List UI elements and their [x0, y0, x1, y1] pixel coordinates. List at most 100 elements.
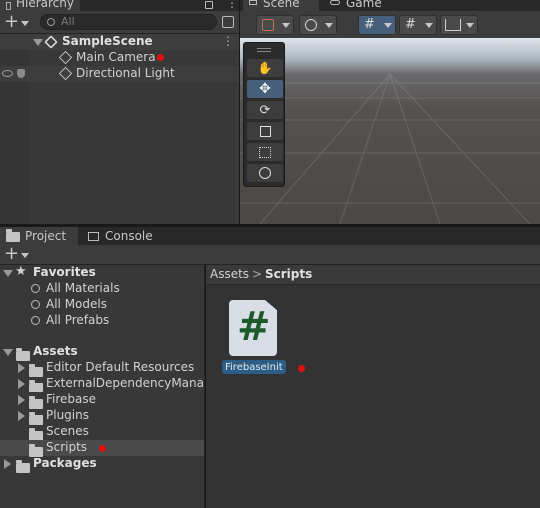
transform-tool-button[interactable] — [247, 164, 283, 182]
grid-toggle-button[interactable]: # — [358, 15, 396, 35]
hierarchy-item-main-camera[interactable]: Main Camera — [0, 50, 239, 66]
snap-settings-button[interactable]: # — [399, 15, 437, 35]
search-icon — [31, 284, 40, 293]
create-dropdown-icon[interactable] — [21, 253, 29, 258]
packages-label: Packages — [33, 456, 97, 470]
packages-row[interactable]: Packages — [0, 456, 204, 473]
hierarchy-panel: Hierarchy ⋮ + All SampleScene ⋮ Main Cam… — [0, 0, 239, 224]
breadcrumb-root[interactable]: Assets — [210, 267, 249, 281]
folder-item[interactable]: Firebase — [0, 392, 204, 409]
search-icon — [31, 300, 40, 309]
folder-item[interactable]: ExternalDependencyManager — [0, 376, 204, 392]
dropdown-caret-icon — [325, 23, 333, 28]
game-tab-icon — [330, 0, 340, 5]
collapse-caret-icon[interactable] — [18, 379, 25, 389]
search-icon — [31, 316, 40, 325]
lock-icon[interactable] — [205, 1, 213, 9]
console-icon — [88, 231, 99, 241]
pickability-hand-icon[interactable] — [17, 69, 25, 78]
scene-name: SampleScene — [62, 34, 153, 48]
favorite-item-label: All Prefabs — [46, 313, 110, 327]
expand-caret-icon[interactable] — [3, 349, 13, 356]
project-tree: ★ Favorites All Materials All Models All… — [0, 264, 205, 508]
breadcrumb-current[interactable]: Scripts — [265, 267, 312, 281]
search-input[interactable]: All — [40, 14, 217, 30]
collapse-caret-icon[interactable] — [18, 411, 25, 421]
folder-label: Scripts — [46, 440, 88, 454]
star-icon: ★ — [15, 264, 27, 279]
project-tab-bar: Project Console — [0, 227, 540, 245]
add-icon[interactable]: + — [4, 11, 19, 32]
hierarchy-toolbar: + All — [0, 11, 239, 34]
rect-tool-button[interactable] — [247, 143, 283, 161]
visibility-eye-icon[interactable] — [2, 70, 13, 77]
error-dot-icon — [99, 445, 106, 452]
tab-console-label: Console — [105, 229, 153, 243]
kebab-menu-icon[interactable]: ⋮ — [226, 0, 238, 10]
transform-icon — [259, 167, 271, 179]
tab-scene[interactable]: Scene — [243, 0, 319, 11]
favorite-item[interactable]: All Prefabs — [0, 313, 204, 329]
add-dropdown-icon[interactable] — [21, 21, 29, 26]
scene-grid — [240, 73, 540, 224]
folder-item[interactable]: Editor Default Resources — [0, 360, 204, 377]
favorite-item[interactable]: All Models — [0, 297, 204, 313]
hand-tool-button[interactable]: ✋ — [247, 59, 283, 77]
gameobject-cube-icon — [58, 50, 73, 65]
scene-panel: Scene Game # # ✋ ✥ ⟳ — [240, 0, 540, 224]
rotate-tool-button[interactable]: ⟳ — [247, 101, 283, 119]
hierarchy-item-directional-light[interactable]: Directional Light — [0, 66, 239, 82]
snap-icon: # — [405, 17, 416, 32]
folder-icon — [29, 380, 43, 392]
asset-tile[interactable]: # FirebaseInit — [222, 298, 286, 378]
scene-menu-icon[interactable]: ⋮ — [222, 34, 234, 48]
scale-icon — [259, 125, 271, 137]
folder-icon — [6, 229, 20, 242]
expand-caret-icon[interactable] — [3, 270, 13, 277]
scene-row[interactable]: SampleScene ⋮ — [0, 34, 239, 50]
draw-mode-icon — [262, 19, 274, 31]
collapse-caret-icon[interactable] — [18, 363, 25, 373]
script-glyph: # — [237, 304, 271, 350]
create-icon[interactable]: + — [4, 243, 19, 264]
unity-scene-icon — [44, 35, 58, 49]
error-dot-icon — [298, 365, 305, 372]
assets-row[interactable]: Assets — [0, 344, 204, 361]
folder-item-selected[interactable]: Scripts — [0, 440, 204, 457]
scene-tab-icon — [249, 0, 257, 5]
rotate-icon: ⟳ — [259, 102, 271, 118]
tab-console[interactable]: Console — [82, 227, 172, 245]
favorites-row[interactable]: ★ Favorites — [0, 264, 204, 281]
project-content: Assets > Scripts # FirebaseInit — [206, 265, 540, 508]
overlay-drag-handle[interactable] — [257, 48, 271, 52]
collapse-caret-icon[interactable] — [4, 459, 11, 469]
scene-visibility-icon[interactable] — [222, 16, 234, 28]
tab-game[interactable]: Game — [324, 0, 394, 11]
scene-viewport[interactable] — [240, 38, 540, 224]
tab-hierarchy[interactable]: Hierarchy — [0, 0, 80, 11]
favorite-item[interactable]: All Materials — [0, 281, 204, 297]
csharp-script-icon: # — [229, 300, 277, 356]
folder-item[interactable]: Plugins — [0, 408, 204, 425]
move-icon: ✥ — [259, 81, 271, 97]
move-tool-button[interactable]: ✥ — [247, 80, 283, 98]
collapse-caret-icon[interactable] — [18, 395, 25, 405]
hierarchy-tab-bar: Hierarchy ⋮ — [0, 0, 239, 11]
draw-mode-button[interactable] — [256, 15, 294, 35]
folder-icon — [16, 460, 30, 473]
dropdown-caret-icon — [466, 23, 474, 28]
scale-tool-button[interactable] — [247, 122, 283, 140]
breadcrumb: Assets > Scripts — [206, 265, 540, 285]
tab-hierarchy-label: Hierarchy — [15, 0, 74, 10]
dropdown-caret-icon — [384, 23, 392, 28]
increment-snap-icon — [445, 19, 461, 31]
expand-caret-icon[interactable] — [33, 39, 43, 46]
view-options-button[interactable] — [299, 15, 337, 35]
scene-toolbar: # # — [240, 11, 540, 38]
breadcrumb-separator-icon: > — [252, 267, 263, 281]
folder-item[interactable]: Scenes — [0, 424, 204, 441]
globe-icon — [305, 19, 317, 31]
tools-overlay: ✋ ✥ ⟳ — [243, 42, 285, 187]
increment-snap-button[interactable] — [440, 15, 478, 35]
favorite-item-label: All Models — [46, 297, 107, 311]
